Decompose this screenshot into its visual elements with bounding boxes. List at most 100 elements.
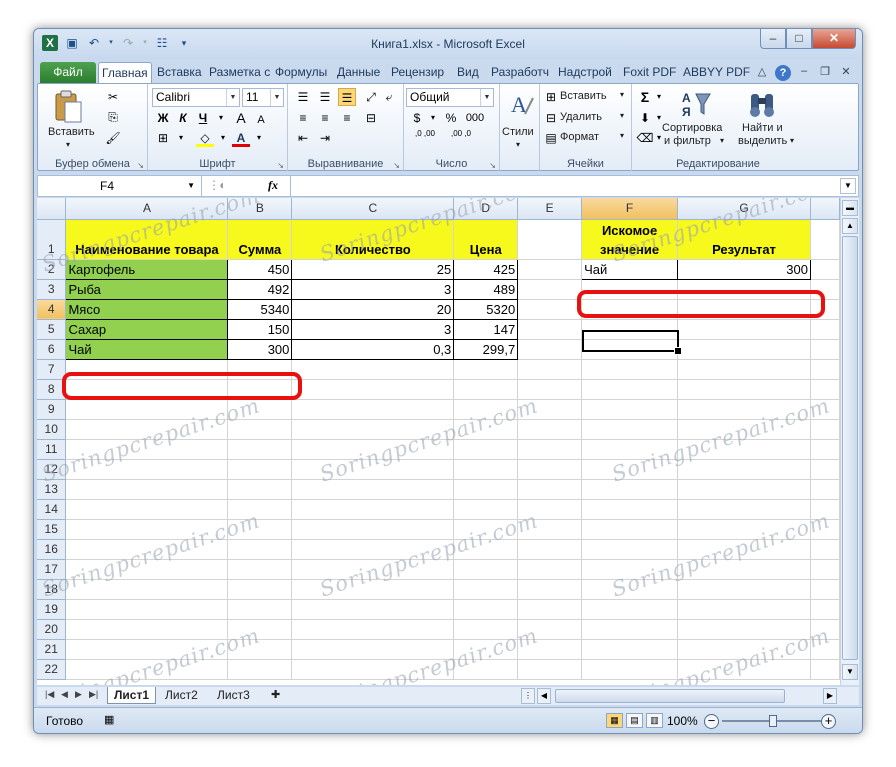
underline-dropdown-icon[interactable]: ▾ [212, 109, 230, 127]
borders-icon[interactable]: ⊞ [154, 129, 172, 147]
cell[interactable] [810, 379, 840, 400]
percent-button[interactable]: % [442, 109, 460, 127]
first-sheet-icon[interactable]: |◀ [45, 689, 54, 700]
cell[interactable] [677, 519, 811, 540]
tab-abbyy-pdf[interactable]: ABBYY PDF [680, 62, 753, 83]
cell[interactable] [677, 559, 811, 580]
formula-input[interactable] [290, 176, 840, 196]
cell[interactable] [677, 659, 811, 680]
cell[interactable]: 0,3 [291, 338, 455, 360]
tab-insert[interactable]: Вставка [154, 62, 205, 83]
cell[interactable] [810, 659, 840, 680]
cell[interactable] [581, 579, 679, 600]
cell[interactable] [65, 599, 229, 620]
cell[interactable] [227, 539, 293, 560]
cell[interactable] [291, 579, 455, 600]
font-size-combo[interactable]: 11 ▼ [242, 88, 284, 107]
cell[interactable]: 5340 [227, 298, 293, 320]
cell[interactable] [810, 419, 840, 440]
cell[interactable] [517, 479, 583, 500]
cell[interactable] [291, 539, 455, 560]
cell[interactable]: 299,7 [453, 338, 519, 360]
cell[interactable] [291, 519, 455, 540]
find-select-button-line2[interactable]: выделить [738, 135, 787, 147]
find-select-dropdown-icon[interactable]: ▾ [790, 136, 794, 145]
cell[interactable] [65, 579, 229, 600]
cell[interactable] [517, 279, 583, 300]
cell[interactable] [227, 619, 293, 640]
align-top-icon[interactable]: ☰ [294, 88, 312, 106]
lookup-header-cell[interactable]: Искомое значение [581, 219, 679, 260]
cell[interactable] [291, 559, 455, 580]
cell[interactable] [517, 559, 583, 580]
cell[interactable] [581, 619, 679, 640]
find-select-button[interactable]: Найти и [742, 122, 783, 134]
tab-page-layout[interactable]: Разметка с [206, 62, 273, 83]
delete-dropdown-icon[interactable]: ▾ [620, 111, 624, 120]
number-launcher-icon[interactable]: ↘ [489, 161, 496, 170]
number-format-combo[interactable]: Общий ▼ [406, 88, 494, 107]
underline-button[interactable]: Ч [194, 109, 212, 127]
format-cells-button[interactable]: Формат [560, 131, 599, 143]
grow-font-icon[interactable]: A [232, 109, 250, 127]
cell[interactable] [810, 399, 840, 420]
cell[interactable] [227, 399, 293, 420]
cell[interactable] [810, 599, 840, 620]
tab-formulas[interactable]: Формулы [272, 62, 330, 83]
row-header[interactable]: 4 [37, 299, 67, 320]
cell[interactable] [227, 599, 293, 620]
cell[interactable] [810, 559, 840, 580]
font-launcher-icon[interactable]: ↘ [277, 161, 284, 170]
cell[interactable] [677, 319, 811, 340]
clipboard-launcher-icon[interactable]: ↘ [137, 161, 144, 170]
cell[interactable] [517, 419, 583, 440]
cell[interactable] [227, 459, 293, 480]
scroll-down-icon[interactable]: ▼ [842, 664, 858, 680]
paste-dropdown-icon[interactable]: ▾ [66, 140, 70, 149]
cell[interactable] [291, 659, 455, 680]
cell[interactable] [453, 439, 519, 460]
cell[interactable]: 300 [227, 338, 293, 360]
cell[interactable] [810, 499, 840, 520]
cell[interactable] [677, 399, 811, 420]
cell[interactable] [581, 399, 679, 420]
align-bottom-icon[interactable]: ☰ [338, 88, 356, 106]
normal-view-icon[interactable]: ▦ [606, 713, 623, 728]
cell[interactable] [517, 259, 583, 280]
page-break-view-icon[interactable]: ▥ [646, 713, 663, 728]
insert-dropdown-icon[interactable]: ▾ [620, 90, 624, 99]
sort-filter-dropdown-icon[interactable]: ▾ [720, 136, 724, 145]
binoculars-icon[interactable] [746, 88, 778, 120]
scroll-right-icon[interactable]: ▶ [823, 688, 837, 704]
cell[interactable] [453, 399, 519, 420]
cell[interactable] [810, 459, 840, 480]
tab-review[interactable]: Рецензир [388, 62, 447, 83]
insert-cells-button[interactable]: Вставить [560, 90, 607, 102]
cell[interactable] [581, 379, 679, 400]
align-left-icon[interactable]: ≡ [294, 109, 312, 127]
tab-data[interactable]: Данные [334, 62, 383, 83]
cell[interactable] [291, 379, 455, 400]
row-header[interactable]: 20 [37, 619, 67, 640]
cell[interactable] [517, 599, 583, 620]
doc-minimize-icon[interactable]: – [796, 65, 812, 81]
cell[interactable]: 5320 [453, 298, 519, 320]
cell[interactable]: 20 [291, 298, 455, 320]
horizontal-scroll-thumb[interactable] [555, 689, 785, 703]
cell[interactable] [65, 659, 229, 680]
cell[interactable] [517, 399, 583, 420]
cell[interactable] [810, 479, 840, 500]
cell[interactable] [517, 299, 583, 320]
row-header[interactable]: 17 [37, 559, 67, 580]
cell[interactable] [453, 539, 519, 560]
row-header[interactable]: 2 [37, 259, 67, 280]
cell[interactable] [453, 639, 519, 660]
cell[interactable] [581, 359, 679, 380]
cell[interactable] [517, 619, 583, 640]
cell[interactable] [227, 559, 293, 580]
tab-addins[interactable]: Надстрой [555, 62, 615, 83]
row-header[interactable]: 1 [37, 219, 67, 260]
cell[interactable] [65, 399, 229, 420]
cell[interactable] [677, 639, 811, 660]
row-header[interactable]: 19 [37, 599, 67, 620]
